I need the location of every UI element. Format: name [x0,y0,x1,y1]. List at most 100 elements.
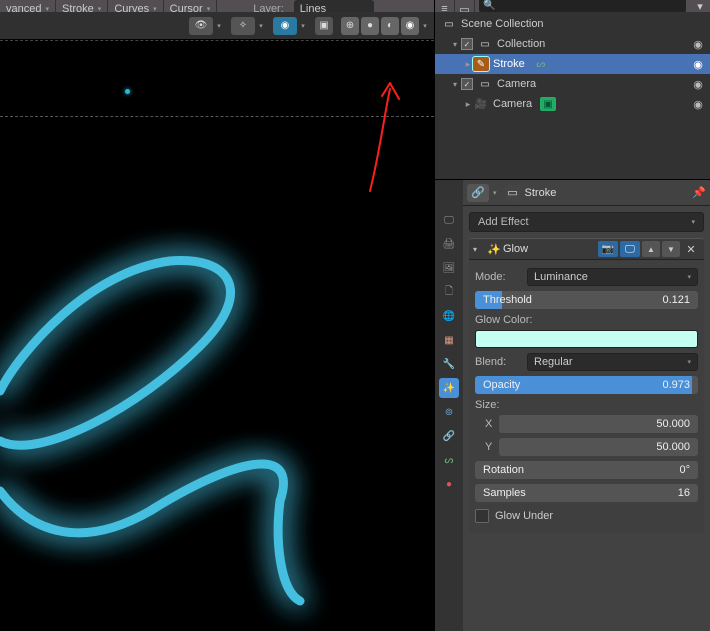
gizmo-icon[interactable]: ✧ [231,17,255,35]
outliner-row[interactable]: ▾ ✓ ▭ Collection ◉ [435,34,710,54]
rotation-value: 0° [679,464,690,476]
size-y-field[interactable]: 50.000 [499,438,698,456]
shading-matcap-icon[interactable]: ◐ [381,17,399,35]
shading-wire-icon[interactable]: ⊕ [341,17,359,35]
opacity-slider[interactable]: Opacity 0.973 [475,376,698,394]
shading-solid-icon[interactable]: ● [361,17,379,35]
effect-name[interactable]: Glow [503,243,528,255]
collection-checkbox[interactable]: ✓ [461,78,473,90]
viewport-header: vanced▾ Stroke▾ Curves▾ Cursor▾ Layer: L… [0,0,434,12]
collection-checkbox[interactable]: ✓ [461,38,473,50]
3d-viewport[interactable] [0,40,434,631]
grease-pencil-stroke [0,41,434,631]
filter-icon[interactable]: ▾ [690,0,710,12]
gpencil-data-icon: ᔕ [533,57,549,71]
camera-view-icon[interactable]: 👁 [189,17,213,35]
samples-label: Samples [483,487,526,499]
move-up-button[interactable]: ▲ [642,241,660,257]
layer-select[interactable]: Lines [294,0,374,12]
mode-select[interactable]: Luminance ▾ [527,268,698,286]
visibility-icon[interactable]: ◉ [690,58,706,71]
collection-icon: ▭ [477,77,493,91]
tab-modifiers[interactable]: 🔧 [439,354,459,374]
pin-icon[interactable]: 📌 [692,186,706,199]
size-label: Size: [475,399,698,411]
tab-world[interactable]: 🌐 [439,306,459,326]
rotation-label: Rotation [483,464,524,476]
visibility-icon[interactable]: ◉ [690,98,706,111]
disclosure-icon[interactable]: ▸ [463,59,473,70]
right-pane: ≡ ▭ 🔍 ▾ ▭ Scene Collection ▾ ✓ ▭ Collect… [434,0,710,631]
tab-object[interactable]: ▦ [439,330,459,350]
collection-icon: ▭ [477,37,493,51]
editor-type-icon[interactable]: 🔗 [467,184,489,202]
outliner-item-label: Stroke [493,58,525,70]
opacity-label: Opacity [483,379,520,391]
outliner-row[interactable]: ▸ 🎥 Camera ▣ ◉ [435,94,710,114]
render-toggle-icon[interactable]: 🖵 [620,241,640,257]
shading-rendered-icon[interactable]: ◉ [401,17,419,35]
header-item[interactable]: Stroke▾ [56,0,108,12]
threshold-label: Threshold [483,294,532,306]
disclosure-icon[interactable]: ▾ [449,80,461,89]
blend-label: Blend: [475,356,527,368]
viewport-toolbar: 👁▾ ✧▾ ◉▾ ▣ ⊕ ● ◐ ◉ ▾ [0,12,434,40]
opacity-value: 0.973 [662,379,690,391]
editor-type-icon[interactable]: ≡ [435,0,455,12]
move-down-button[interactable]: ▼ [662,241,680,257]
disclosure-icon[interactable]: ▾ [473,245,485,254]
samples-field[interactable]: Samples16 [475,484,698,502]
header-item[interactable]: Curves▾ [108,0,163,12]
outliner-row[interactable]: ▾ ✓ ▭ Camera ◉ [435,74,710,94]
size-x-value: 50.000 [656,418,690,430]
outliner-search[interactable]: 🔍 [479,0,686,12]
breadcrumb-item[interactable]: Stroke [525,187,557,199]
outliner-row[interactable]: ▸ ✎ Stroke ᔕ ◉ [435,54,710,74]
tab-output[interactable]: 🖨 [439,234,459,254]
tab-data[interactable]: ᔕ [439,450,459,470]
glow-color-swatch[interactable] [475,330,698,348]
tab-physics[interactable]: ⊚ [439,402,459,422]
viewport-pane: vanced▾ Stroke▾ Curves▾ Cursor▾ Layer: L… [0,0,434,631]
rotation-field[interactable]: Rotation 0° [475,461,698,479]
add-effect-label: Add Effect [478,216,529,228]
layer-label: Layer: [247,0,290,12]
mode-value: Luminance [534,271,588,283]
outliner-item-label: Camera [493,98,532,110]
size-y-label: Y [485,441,499,453]
outliner-scene-row[interactable]: ▭ Scene Collection [435,14,710,34]
effect-panel-header[interactable]: ▾ ✨ Glow 📷 🖵 ▲ ▼ ✕ [469,238,704,260]
add-effect-dropdown[interactable]: Add Effect ▾ [469,212,704,232]
outliner[interactable]: ▭ Scene Collection ▾ ✓ ▭ Collection ◉ ▸ … [435,12,710,180]
remove-effect-button[interactable]: ✕ [682,243,700,256]
outliner-item-label: Camera [497,78,536,90]
tab-render[interactable]: 🖵 [439,210,459,230]
tab-constraints[interactable]: 🔗 [439,426,459,446]
disclosure-icon[interactable]: ▾ [449,40,461,49]
threshold-slider[interactable]: Threshold0.121 [475,291,698,309]
mode-label: Mode: [475,271,527,283]
tab-scene[interactable]: 🗋 [439,282,459,302]
gpencil-icon: ✎ [473,57,489,71]
effect-panel-body: Mode: Luminance ▾ Threshold0.121 Glow Co… [469,260,704,534]
outliner-item-label: Collection [497,38,545,50]
visibility-icon[interactable]: ◉ [690,38,706,51]
gpencil-icon: ▭ [505,185,521,201]
tab-viewlayer[interactable]: 🖼 [439,258,459,278]
overlays-icon[interactable]: ◉ [273,17,297,35]
glow-under-label: Glow Under [495,510,553,522]
properties-editor: 🖵 🖨 🖼 🗋 🌐 ▦ 🔧 ✨ ⊚ 🔗 ᔕ ● 🔗 ▾ ▭ Stroke 📌 A… [435,180,710,631]
xray-icon[interactable]: ▣ [315,17,333,35]
visibility-icon[interactable]: ◉ [690,78,706,91]
size-x-field[interactable]: 50.000 [499,415,698,433]
blend-value: Regular [534,356,573,368]
disclosure-icon[interactable]: ▸ [463,99,473,110]
realtime-toggle-icon[interactable]: 📷 [598,241,618,257]
glow-under-checkbox[interactable] [475,509,489,523]
display-mode-icon[interactable]: ▭ [455,0,475,12]
tab-effects[interactable]: ✨ [439,378,459,398]
tab-material[interactable]: ● [439,474,459,494]
header-item[interactable]: Cursor▾ [164,0,218,12]
blend-select[interactable]: Regular ▾ [527,353,698,371]
header-item[interactable]: vanced▾ [0,0,56,12]
